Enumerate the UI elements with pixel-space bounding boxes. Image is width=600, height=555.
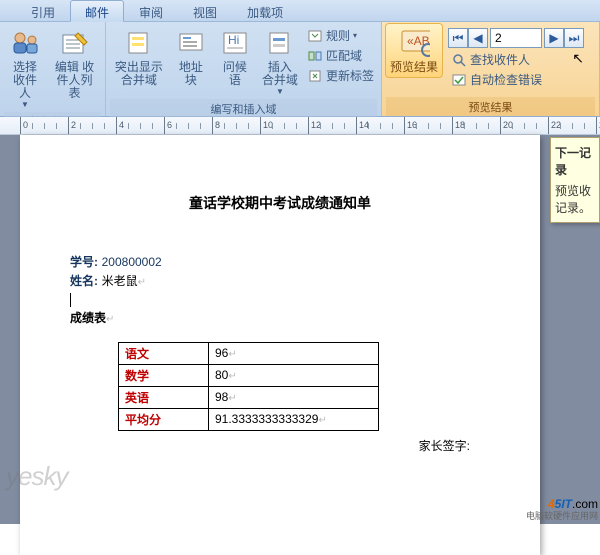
document-area: 童话学校期中考试成绩通知单 学号: 200800002 姓名: 米老鼠↵ 成绩表…	[0, 135, 600, 524]
score-cell: 80↵	[209, 364, 379, 386]
first-record-button[interactable]: ⏮	[448, 28, 468, 48]
score-cell: 98↵	[209, 386, 379, 408]
last-record-button[interactable]: ⏭	[564, 28, 584, 48]
ribbon: 选择 收件人 ▼ 编辑 收件人列表 开始邮件合并 突出显示 合并域 地址块 Hi…	[0, 22, 600, 117]
select-recipients-button[interactable]: 选择 收件人 ▼	[4, 24, 46, 112]
ribbon-tabs: 引用 邮件 审阅 视图 加载项	[0, 0, 600, 22]
watermark: yesky	[6, 461, 67, 492]
address-block-button[interactable]: 地址块	[170, 24, 212, 90]
rules-button[interactable]: 规则 ▾	[304, 26, 377, 45]
grade-table: 语文96↵数学80↵英语98↵平均分91.3333333333329↵	[118, 342, 379, 431]
svg-text:«ABC»: «ABC»	[407, 34, 430, 48]
chevron-down-icon: ▼	[21, 100, 29, 109]
subject-cell: 平均分	[119, 408, 209, 430]
horizontal-ruler[interactable]: 024681012141618202224	[0, 117, 600, 135]
group-label-preview: 预览结果	[386, 97, 595, 116]
parent-sign-line: 家长签字:	[70, 437, 470, 454]
greeting-icon: Hi	[219, 27, 251, 59]
check-icon	[451, 72, 467, 88]
student-number-line: 学号: 200800002	[70, 253, 490, 270]
tab-references[interactable]: 引用	[16, 0, 70, 22]
update-labels-button[interactable]: 更新标签	[304, 66, 377, 85]
subject-cell: 英语	[119, 386, 209, 408]
group-label-write-insert: 编写和插入域	[110, 99, 377, 118]
insert-field-icon	[264, 27, 296, 59]
chevron-down-icon: ▼	[276, 87, 284, 96]
doc-title: 童话学校期中考试成绩通知单	[70, 193, 490, 213]
prev-record-button[interactable]: ◀	[468, 28, 488, 48]
grade-table-label: 成绩表↵	[70, 309, 490, 326]
table-row: 数学80↵	[119, 364, 379, 386]
next-record-button[interactable]: ▶	[544, 28, 564, 48]
svg-text:Hi: Hi	[228, 33, 239, 47]
score-cell: 96↵	[209, 342, 379, 364]
tab-addins[interactable]: 加载项	[232, 0, 298, 22]
chevron-down-icon: ▾	[353, 31, 357, 40]
tab-review[interactable]: 审阅	[124, 0, 178, 22]
tab-mailings[interactable]: 邮件	[70, 0, 124, 22]
insert-merge-field-button[interactable]: 插入 合并域 ▼	[258, 24, 302, 99]
tab-view[interactable]: 视图	[178, 0, 232, 22]
score-cell: 91.3333333333329↵	[209, 408, 379, 430]
edit-recipients-button[interactable]: 编辑 收件人列表	[48, 24, 101, 103]
record-number-input[interactable]	[490, 28, 542, 48]
match-icon	[307, 48, 323, 64]
update-icon	[307, 68, 323, 84]
highlight-icon	[123, 27, 155, 59]
subject-cell: 语文	[119, 342, 209, 364]
document-page[interactable]: 童话学校期中考试成绩通知单 学号: 200800002 姓名: 米老鼠↵ 成绩表…	[20, 135, 540, 555]
site-logo: 45IT.com 电脑软硬件应用网	[526, 498, 598, 522]
preview-icon: «ABC»	[398, 27, 430, 59]
match-fields-button[interactable]: 匹配域	[304, 46, 377, 65]
student-name-line: 姓名: 米老鼠↵	[70, 272, 490, 289]
record-navigator: ⏮ ◀ ▶ ⏭	[444, 24, 588, 48]
table-row: 语文96↵	[119, 342, 379, 364]
find-recipient-button[interactable]: 查找收件人	[448, 50, 588, 69]
address-icon	[175, 27, 207, 59]
table-row: 英语98↵	[119, 386, 379, 408]
table-row: 平均分91.3333333333329↵	[119, 408, 379, 430]
highlight-merge-button[interactable]: 突出显示 合并域	[110, 24, 168, 90]
edit-list-icon	[59, 27, 91, 59]
next-record-tooltip: 下一记录 预览收 记录。	[550, 137, 600, 223]
search-icon	[451, 52, 467, 68]
people-icon	[9, 27, 41, 59]
auto-check-errors-button[interactable]: 自动检查错误	[448, 70, 588, 89]
greeting-line-button[interactable]: Hi 问候语	[214, 24, 256, 90]
subject-cell: 数学	[119, 364, 209, 386]
text-cursor	[70, 293, 71, 307]
preview-results-button[interactable]: «ABC» 预览结果	[386, 24, 442, 77]
rules-icon	[307, 28, 323, 44]
